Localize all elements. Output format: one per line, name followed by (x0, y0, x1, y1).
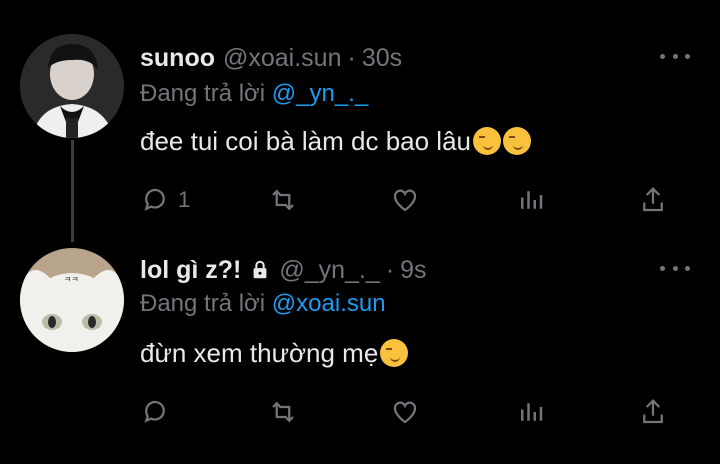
more-options-icon[interactable] (660, 46, 690, 66)
reply-button[interactable] (140, 394, 178, 430)
replying-prefix: Đang trả lời (140, 80, 266, 107)
display-name[interactable]: sunoo (140, 44, 215, 73)
handle[interactable]: @_yn_._ (279, 256, 379, 285)
lock-icon (253, 260, 267, 279)
avatar-image (20, 248, 124, 352)
more-options-icon[interactable] (660, 258, 690, 278)
tweet-header: lol gì z?! @_yn_._ · 9s (140, 250, 427, 290)
reply-icon (144, 188, 165, 211)
like-icon (393, 401, 417, 424)
avatar-text: ㅋㅋ (64, 275, 79, 284)
reply-icon (144, 400, 165, 423)
share-icon (643, 399, 663, 424)
replying-mention[interactable]: @xoai.sun (272, 290, 386, 317)
tweet-text-body: đừn xem thường mẹ (140, 338, 379, 368)
retweet-button[interactable] (268, 394, 298, 430)
smirk-emoji-icon (473, 127, 501, 155)
thread-line (71, 140, 74, 242)
tweet-actions (140, 394, 680, 430)
tweet-header: sunoo @xoai.sun · 30s (140, 38, 402, 78)
views-button[interactable] (516, 182, 546, 218)
avatar[interactable] (20, 34, 124, 138)
replying-to: Đang trả lời @xoai.sun (140, 290, 386, 318)
like-icon (393, 189, 417, 212)
replying-mention[interactable]: @_yn_._ (272, 80, 368, 107)
separator: · (385, 255, 395, 284)
retweet-icon (272, 401, 294, 423)
retweet-icon (272, 189, 294, 211)
like-button[interactable] (390, 394, 420, 430)
share-button[interactable] (638, 394, 668, 430)
avatar[interactable]: ㅋㅋ (20, 248, 124, 352)
reply-count: 1 (178, 187, 191, 212)
tweet-text: đừn xem thường mẹ (140, 338, 409, 369)
replying-prefix: Đang trả lời (140, 290, 266, 317)
share-icon (643, 187, 663, 212)
handle[interactable]: @xoai.sun (223, 44, 342, 73)
timestamp[interactable]: 30s (362, 44, 402, 73)
reply-button[interactable]: 1 (140, 182, 190, 218)
smirk-emoji-icon (503, 127, 531, 155)
tweet-text: đee tui coi bà làm dc bao lâu (140, 126, 531, 157)
views-button[interactable] (516, 394, 546, 430)
tweet-text-body: đee tui coi bà làm dc bao lâu (140, 126, 471, 156)
retweet-button[interactable] (268, 182, 298, 218)
smirk-emoji-icon (380, 339, 409, 367)
replying-to: Đang trả lời @_yn_._ (140, 80, 368, 108)
share-button[interactable] (638, 182, 668, 218)
views-icon (521, 191, 543, 209)
avatar-image (20, 34, 124, 138)
display-name[interactable]: lol gì z?! (140, 256, 241, 285)
timestamp[interactable]: 9s (400, 256, 426, 285)
views-icon (521, 403, 543, 421)
tweet-actions: 1 (140, 182, 680, 218)
like-button[interactable] (390, 182, 420, 218)
separator: · (347, 43, 356, 72)
